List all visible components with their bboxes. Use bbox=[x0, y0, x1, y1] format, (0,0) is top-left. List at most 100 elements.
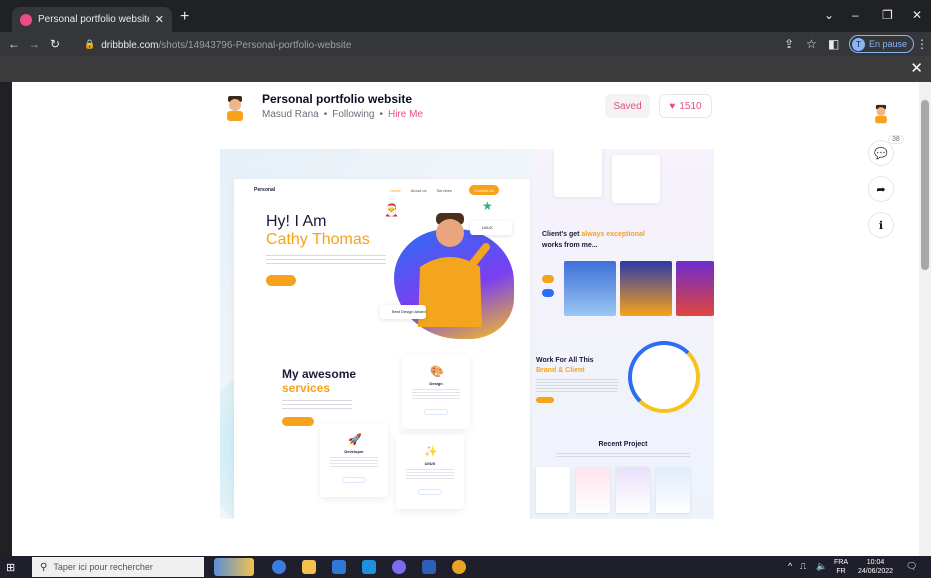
mockup-prev-arrow bbox=[542, 275, 554, 283]
comments-button[interactable]: 💬 38 bbox=[868, 135, 904, 166]
volume-icon[interactable]: 🔈 bbox=[816, 561, 827, 572]
modal-backdrop: ✕ bbox=[0, 56, 931, 82]
close-modal-icon[interactable]: ✕ bbox=[910, 59, 923, 77]
shot-image: Personal Home About us Services Contact … bbox=[220, 149, 714, 519]
mockup-badge-label: Best Design Award bbox=[392, 309, 426, 314]
taskbar-search-placeholder: Taper ici pour rechercher bbox=[53, 562, 153, 572]
forward-icon[interactable]: → bbox=[28, 37, 40, 51]
developer-service-icon: 🚀 bbox=[348, 434, 362, 446]
language-indicator[interactable]: FRA FR bbox=[834, 558, 848, 576]
mockup-landing-page: Personal Home About us Services Contact … bbox=[234, 179, 530, 519]
mockup-services-line2: services bbox=[282, 381, 331, 395]
scrollbar-thumb[interactable] bbox=[921, 100, 929, 270]
app-icon[interactable] bbox=[392, 560, 406, 574]
tab-title: Personal portfolio website by Ma bbox=[38, 14, 149, 25]
language-code: FRA bbox=[834, 559, 848, 566]
design-service-icon: 🎨 bbox=[430, 366, 444, 378]
address-bar[interactable]: 🔒 dribbble.com/shots/14943796-Personal-p… bbox=[84, 34, 774, 54]
mockup-clients-line1: Client's get always exceptional bbox=[542, 231, 645, 238]
mockup-project-thumb bbox=[576, 467, 610, 513]
store-icon[interactable] bbox=[332, 560, 346, 574]
mockup-uiux-badge: UI/UX bbox=[470, 221, 512, 235]
share-button[interactable]: ➦ bbox=[868, 176, 894, 202]
mockup-work-button bbox=[536, 397, 554, 403]
like-count: 1510 bbox=[679, 100, 702, 112]
taskbar-search[interactable]: ⚲ Taper ici pour rechercher bbox=[32, 557, 204, 577]
mockup-hero-button bbox=[266, 275, 296, 286]
mockup-project-thumb bbox=[656, 467, 690, 513]
mockup-recent-title: Recent Project bbox=[598, 441, 648, 448]
keyboard-layout: FR bbox=[836, 568, 846, 575]
uiux-service-icon: ✨ bbox=[424, 446, 438, 458]
mockup-service-text bbox=[406, 469, 454, 479]
saved-button[interactable]: Saved bbox=[605, 94, 650, 118]
tab-search-icon[interactable]: ⌄ bbox=[824, 8, 834, 22]
mockup-client-thumb bbox=[564, 261, 616, 316]
weather-widget-icon[interactable] bbox=[214, 558, 254, 576]
edge-icon[interactable] bbox=[272, 560, 286, 574]
meta-separator: • bbox=[379, 109, 383, 120]
file-explorer-icon[interactable] bbox=[302, 560, 316, 574]
shot-meta: Masud Rana • Following • Hire Me bbox=[262, 109, 423, 120]
close-tab-icon[interactable]: ✕ bbox=[155, 13, 164, 26]
maximize-icon[interactable]: ❐ bbox=[882, 8, 893, 22]
word-icon[interactable] bbox=[422, 560, 436, 574]
browser-menu-icon[interactable]: ⋮ bbox=[916, 37, 928, 51]
browser-tab[interactable]: Personal portfolio website by Ma ✕ bbox=[12, 7, 172, 32]
designer-avatar[interactable] bbox=[870, 102, 892, 124]
mockup-project-thumb bbox=[616, 467, 650, 513]
mockup-service-card: 🚀 Developer bbox=[320, 423, 388, 497]
browser-toolbar: ← → ↻ 🔒 dribbble.com/shots/14943796-Pers… bbox=[0, 32, 931, 56]
lock-icon: 🔒 bbox=[84, 38, 96, 49]
mockup-mini-card bbox=[612, 155, 660, 203]
mockup-badge-label: UI/UX bbox=[482, 225, 493, 230]
mockup-work-line2: Brand & Client bbox=[536, 367, 585, 374]
shot-title: Personal portfolio website bbox=[262, 92, 413, 106]
chrome-icon[interactable] bbox=[452, 560, 466, 574]
mockup-work-text bbox=[536, 379, 618, 393]
mockup-clients-text: Client's get bbox=[542, 231, 580, 238]
mockup-hero-line1: Hy! I Am bbox=[266, 213, 327, 230]
mockup-service-title: UI/UX bbox=[424, 461, 436, 466]
windows-taskbar: ⊞ ⚲ Taper ici pour rechercher ^ ⎍ 🔈 FRA … bbox=[0, 556, 931, 578]
mockup-award-badge: Best Design Award bbox=[380, 305, 426, 319]
hire-me-link[interactable]: Hire Me bbox=[388, 109, 423, 120]
mockup-nav-link: Home bbox=[390, 188, 401, 193]
close-window-icon[interactable]: ✕ bbox=[912, 8, 922, 22]
profile-button[interactable]: T En pause bbox=[849, 35, 915, 53]
tray-expand-icon[interactable]: ^ bbox=[788, 561, 792, 571]
mockup-service-title: Design bbox=[429, 381, 443, 386]
share-arrow-icon: ➦ bbox=[876, 183, 886, 196]
mockup-client-thumb bbox=[620, 261, 672, 316]
santa-hat-icon: 🎅 bbox=[384, 203, 399, 217]
back-icon[interactable]: ← bbox=[8, 37, 20, 51]
side-panel-icon[interactable]: ◧ bbox=[828, 37, 839, 51]
windows-start-icon[interactable]: ⊞ bbox=[6, 561, 15, 574]
share-icon[interactable]: ⇪ bbox=[784, 37, 794, 51]
page-scrollbar[interactable] bbox=[919, 82, 931, 556]
reload-icon[interactable]: ↻ bbox=[50, 37, 60, 51]
taskbar-clock[interactable]: 10:04 24/06/2022 bbox=[858, 558, 893, 576]
star-icon: ★ bbox=[482, 199, 493, 213]
url-path: /shots/14943796-Personal-portfolio-websi… bbox=[158, 40, 352, 51]
info-icon: ℹ bbox=[878, 219, 884, 232]
notifications-icon[interactable]: 🗨 bbox=[906, 561, 917, 572]
mockup-services-text bbox=[282, 400, 352, 410]
author-avatar[interactable] bbox=[220, 92, 250, 122]
minimize-icon[interactable]: – bbox=[852, 8, 859, 22]
following-link[interactable]: Following bbox=[332, 109, 374, 120]
heart-icon: ♥ bbox=[669, 100, 676, 112]
bookmark-star-icon[interactable]: ☆ bbox=[806, 37, 817, 51]
mockup-service-link bbox=[418, 489, 442, 495]
mockup-nav-links: Home About us Services bbox=[390, 188, 452, 193]
mail-icon[interactable] bbox=[362, 560, 376, 574]
new-tab-icon[interactable]: + bbox=[180, 8, 189, 26]
url-host: dribbble.com bbox=[101, 40, 159, 51]
mockup-service-title: Developer bbox=[344, 449, 364, 454]
network-icon[interactable]: ⎍ bbox=[800, 561, 806, 572]
author-name[interactable]: Masud Rana bbox=[262, 109, 319, 120]
like-button[interactable]: ♥ 1510 bbox=[659, 94, 712, 118]
details-button[interactable]: ℹ bbox=[868, 212, 894, 238]
mockup-services-button bbox=[282, 417, 314, 426]
clock-time: 10:04 bbox=[866, 559, 885, 566]
